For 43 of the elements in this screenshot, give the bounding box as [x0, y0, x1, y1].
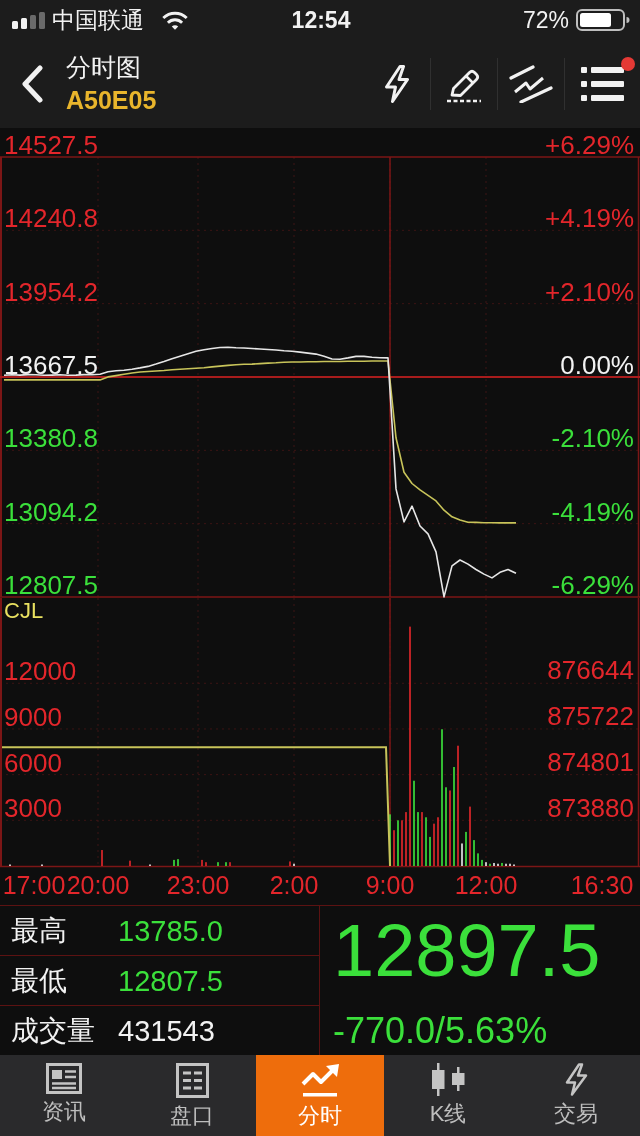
price-axis-label: 14240.8 — [4, 203, 98, 234]
price-axis-label: 14527.5 — [4, 130, 98, 160]
time-axis-label: 12:00 — [454, 871, 518, 899]
price-axis-label: 12807.5 — [4, 570, 98, 598]
percent-axis-label: 0.00% — [560, 350, 634, 380]
time-axis-label: 17:00 — [2, 871, 66, 899]
stat-label: 最低 — [11, 963, 68, 998]
volume-axis-label: 9000 — [4, 701, 62, 732]
time-axis-label: 16:30 — [570, 871, 634, 899]
time-axis-label: 9:00 — [365, 871, 415, 899]
battery-percent: 72% — [522, 6, 569, 34]
volume-axis-label: 876644 — [547, 655, 634, 686]
chart-title: CJL — [4, 598, 44, 623]
status-time: 12:54 — [291, 6, 351, 34]
stat-label: 成交量 — [11, 1013, 96, 1048]
volume-axis-label: 875722 — [547, 701, 634, 732]
volume-axis-label: 6000 — [4, 747, 62, 778]
volume-axis-label: 12000 — [4, 656, 77, 687]
stat-value: 12807.5 — [118, 963, 223, 998]
price-change: -770.0/5.63% — [333, 1011, 548, 1051]
last-price: 12897.5 — [333, 911, 601, 991]
price-axis-label: 13380.8 — [4, 423, 98, 454]
price-axis-label: 13667.5 — [4, 350, 98, 380]
time-axis-label: 20:00 — [66, 871, 130, 899]
percent-axis-label: +4.19% — [545, 203, 634, 234]
volume-axis-label: 874801 — [547, 747, 634, 778]
page-title: 分时图 — [66, 53, 141, 81]
symbol-code: A50E05 — [66, 85, 157, 115]
time-axis-label: 23:00 — [166, 871, 230, 899]
percent-axis-label: -2.10% — [551, 423, 634, 454]
time-axis-label: 2:00 — [269, 871, 319, 899]
percent-axis-label: +2.10% — [545, 276, 634, 307]
stat-value: 13785.0 — [118, 913, 223, 948]
price-axis-label: 13094.2 — [4, 496, 98, 527]
percent-axis-label: +6.29% — [545, 130, 634, 160]
volume-axis-label: 3000 — [4, 793, 62, 824]
percent-axis-label: -4.19% — [551, 496, 634, 527]
carrier-name: 中国联通 — [52, 6, 144, 34]
stat-label: 最高 — [11, 913, 68, 948]
stat-value: 431543 — [118, 1013, 215, 1048]
price-axis-label: 13954.2 — [4, 276, 98, 307]
percent-axis-label: -6.29% — [551, 570, 634, 598]
volume-axis-label: 873880 — [547, 793, 634, 824]
